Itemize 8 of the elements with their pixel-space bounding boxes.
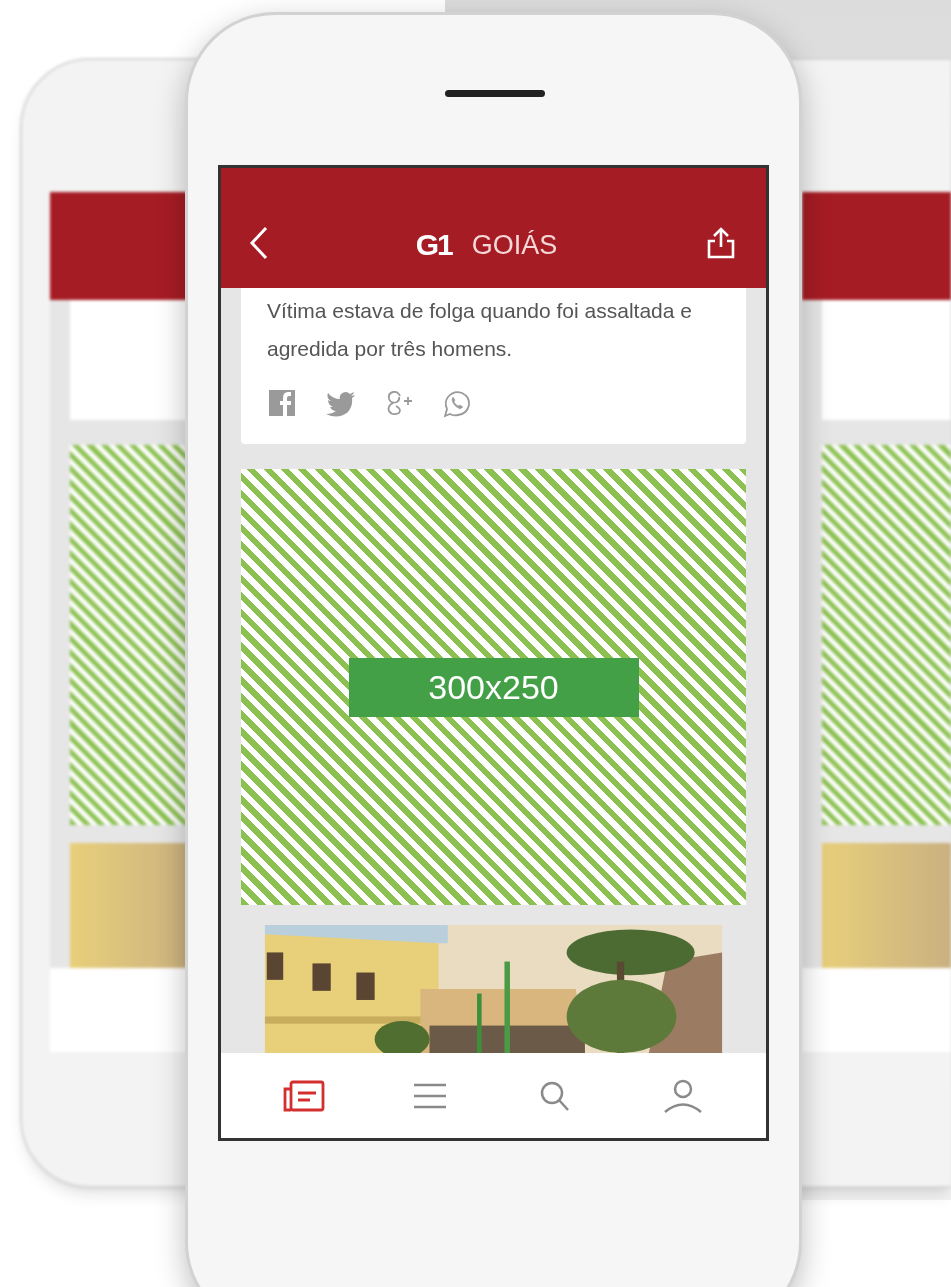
app-title: GOIÁS <box>471 231 558 259</box>
facebook-icon[interactable] <box>267 388 297 418</box>
news-icon[interactable] <box>282 1078 327 1113</box>
logo: G1 <box>415 230 452 260</box>
whatsapp-icon[interactable] <box>441 388 471 418</box>
back-icon[interactable] <box>249 226 269 260</box>
ad-size-label: 300x250 <box>348 657 639 717</box>
article-summary: Vítima estava de folga quando foi assaltada e agredida por três homens. <box>267 298 693 362</box>
